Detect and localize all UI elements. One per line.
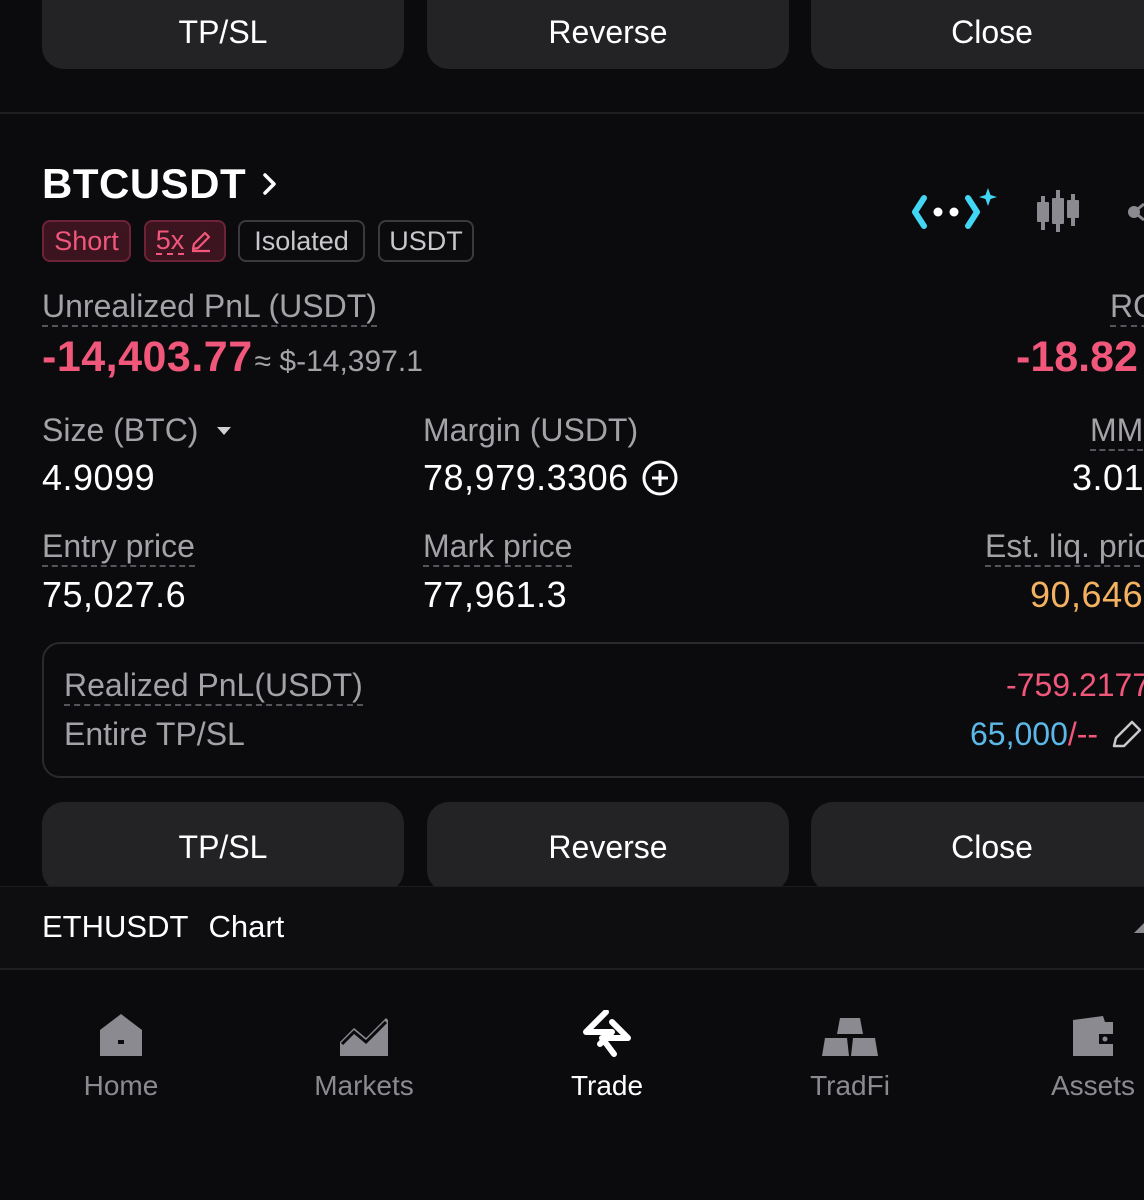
nav-trade[interactable]: Trade bbox=[527, 1000, 687, 1120]
tpsl-button-label: TP/SL bbox=[178, 828, 268, 865]
liq-price-label-text: Est. liq. pric bbox=[985, 528, 1144, 567]
size-value: 4.9099 bbox=[42, 457, 156, 498]
tpsl-button[interactable]: TP/SL bbox=[42, 802, 404, 892]
reverse-button[interactable]: Reverse bbox=[427, 802, 789, 892]
markets-icon bbox=[340, 1018, 388, 1056]
trade-icon bbox=[583, 1010, 631, 1057]
ai-assistant-icon[interactable] bbox=[912, 188, 1000, 234]
size-label-text: Size (BTC) bbox=[42, 412, 199, 448]
chevron-right-icon bbox=[263, 173, 276, 195]
realized-pnl-card bbox=[42, 642, 1144, 778]
liq-price-value: 90,646 bbox=[1030, 574, 1144, 615]
sl-value: /-- bbox=[1067, 716, 1099, 752]
nav-markets[interactable]: Markets bbox=[284, 1000, 444, 1120]
entire-tpsl-row[interactable]: 65,000 /-- bbox=[970, 716, 1144, 753]
chart-bar[interactable]: ETHUSDT Chart bbox=[0, 886, 1144, 970]
unrealized-pnl-label-text: Unrealized PnL (USDT) bbox=[42, 288, 377, 327]
nav-tradfi[interactable]: TradFi bbox=[770, 1000, 930, 1120]
reverse-button-top[interactable]: Reverse bbox=[427, 0, 789, 69]
caret-down-icon bbox=[217, 426, 232, 435]
roi-value: -18.82 bbox=[1016, 333, 1138, 381]
reverse-button-top-label: Reverse bbox=[548, 14, 668, 50]
nav-trade-label: Trade bbox=[570, 1070, 644, 1101]
margin-mode-badge-label: Isolated bbox=[254, 225, 349, 256]
home-icon bbox=[100, 1014, 142, 1056]
tpsl-button-top-label: TP/SL bbox=[178, 14, 268, 50]
realized-pnl-label-text: Realized PnL(USDT) bbox=[64, 667, 363, 706]
close-button-top[interactable]: Close bbox=[811, 0, 1144, 69]
nav-home-label: Home bbox=[83, 1070, 159, 1101]
side-badge-label: Short bbox=[54, 225, 119, 256]
chart-bar-title: ETHUSDT Chart bbox=[42, 909, 284, 945]
entry-price-label-text: Entry price bbox=[42, 528, 195, 567]
margin-mode-badge: Isolated bbox=[238, 220, 365, 262]
roi-label-text: RO bbox=[1110, 288, 1144, 327]
margin-label-text: Margin (USDT) bbox=[423, 412, 639, 448]
close-button[interactable]: Close bbox=[811, 802, 1144, 892]
mm-label[interactable]: MM bbox=[1090, 412, 1144, 451]
unrealized-pnl-value: -14,403.77 bbox=[42, 333, 253, 381]
mark-price-label[interactable]: Mark price bbox=[423, 528, 573, 567]
assets-icon bbox=[1073, 1016, 1113, 1056]
leverage-badge-label: 5x bbox=[155, 225, 185, 255]
tradfi-icon bbox=[822, 1018, 878, 1056]
realized-pnl-label[interactable]: Realized PnL(USDT) bbox=[64, 667, 363, 706]
nav-markets-label: Markets bbox=[314, 1070, 414, 1101]
tpsl-button-top[interactable]: TP/SL bbox=[42, 0, 404, 69]
chart-bar-symbol: ETHUSDT bbox=[42, 909, 188, 944]
close-button-label: Close bbox=[951, 828, 1033, 865]
mark-price-label-text: Mark price bbox=[423, 528, 573, 567]
unrealized-pnl: -14,403.77 ≈ $-14,397.1 bbox=[42, 333, 423, 382]
close-button-top-label: Close bbox=[951, 14, 1033, 50]
mm-label-text: MM bbox=[1090, 412, 1144, 451]
nav-assets-label: Assets bbox=[1050, 1070, 1136, 1101]
margin-label: Margin (USDT) bbox=[423, 412, 638, 449]
entry-price-label[interactable]: Entry price bbox=[42, 528, 195, 567]
size-label[interactable]: Size (BTC) bbox=[42, 412, 232, 449]
symbol-title: BTCUSDT bbox=[42, 160, 247, 207]
unrealized-pnl-label[interactable]: Unrealized PnL (USDT) bbox=[42, 288, 377, 327]
margin-value: 78,979.3306 bbox=[423, 457, 629, 498]
symbol-link[interactable]: BTCUSDT bbox=[42, 160, 278, 208]
entry-price-value: 75,027.6 bbox=[42, 574, 187, 615]
reverse-button-label: Reverse bbox=[548, 828, 668, 865]
liq-price-label[interactable]: Est. liq. pric bbox=[985, 528, 1144, 567]
leverage-badge[interactable]: 5x bbox=[144, 220, 226, 262]
edit-tpsl-icon[interactable] bbox=[1110, 718, 1144, 752]
settle-currency-badge-label: USDT bbox=[389, 225, 463, 256]
mark-price-value: 77,961.3 bbox=[423, 574, 568, 615]
add-margin-icon[interactable] bbox=[641, 459, 679, 497]
nav-home[interactable]: Home bbox=[41, 1000, 201, 1120]
unrealized-pnl-usd: ≈ $-14,397.1 bbox=[254, 345, 423, 378]
edit-icon bbox=[192, 231, 211, 253]
margin-row: 78,979.3306 bbox=[423, 457, 679, 499]
entire-tpsl-label-text: Entire TP/SL bbox=[64, 716, 245, 752]
tp-value: 65,000 bbox=[970, 716, 1068, 752]
share-icon[interactable] bbox=[1124, 192, 1144, 232]
candlestick-chart-icon[interactable] bbox=[1034, 186, 1082, 236]
mm-value: 3.01 bbox=[1072, 457, 1144, 498]
side-badge: Short bbox=[42, 220, 131, 262]
settle-currency-badge: USDT bbox=[378, 220, 474, 262]
expand-chart-icon[interactable] bbox=[1132, 921, 1144, 937]
roi-label[interactable]: RO bbox=[1110, 288, 1144, 327]
nav-tradfi-label: TradFi bbox=[810, 1070, 890, 1101]
nav-assets[interactable]: Assets bbox=[1013, 1000, 1144, 1120]
entire-tpsl-label: Entire TP/SL bbox=[64, 716, 245, 753]
chart-bar-label: Chart bbox=[208, 909, 285, 944]
section-divider bbox=[0, 112, 1144, 114]
realized-pnl-value: -759.2177 bbox=[1006, 667, 1144, 703]
